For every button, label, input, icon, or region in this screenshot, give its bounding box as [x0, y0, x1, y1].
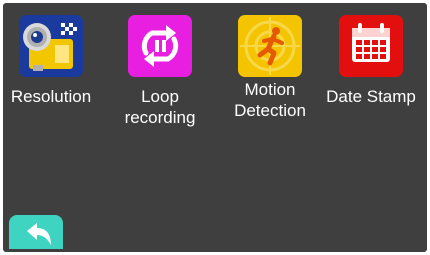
menu-item-resolution[interactable]: Resolution: [6, 11, 96, 141]
calendar-icon: [339, 15, 403, 77]
menu-item-label: Date Stamp: [326, 87, 416, 106]
camcorder-icon: [19, 15, 83, 77]
menu-item-label: Motion Detection: [234, 80, 306, 120]
loop-icon: [128, 15, 192, 77]
back-arrow-icon: [27, 223, 51, 245]
menu-item-loop-recording[interactable]: Loop recording: [115, 11, 205, 141]
running-man-icon: [238, 15, 302, 77]
settings-screen: Resolution Loop recording Motion Detecti…: [3, 3, 427, 252]
back-button[interactable]: [9, 215, 63, 249]
menu-item-motion-detection[interactable]: Motion Detection: [225, 11, 315, 141]
menu-item-date-stamp[interactable]: Date Stamp: [326, 11, 416, 141]
menu-item-label: Resolution: [10, 87, 92, 106]
menu-item-label: Loop recording: [124, 87, 196, 127]
